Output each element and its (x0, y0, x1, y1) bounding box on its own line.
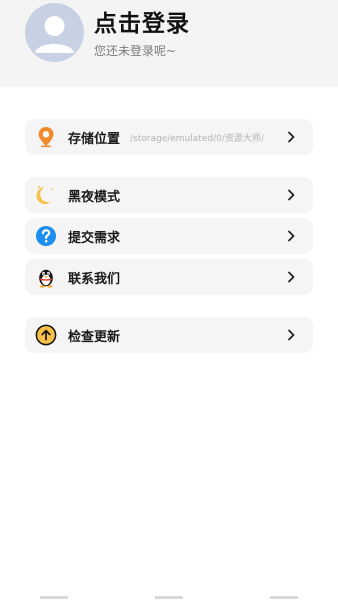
avatar[interactable] (25, 3, 84, 62)
nav-tab-hint[interactable] (155, 596, 183, 599)
chevron-right-icon (288, 329, 295, 341)
contact-us-item[interactable]: 联系我们 (25, 259, 313, 295)
storage-location-item[interactable]: 存储位置 /storage/emulated/0/资源大师/ (25, 119, 313, 155)
moon-icon (35, 184, 57, 206)
chevron-right-icon (288, 230, 295, 242)
upload-arrow-icon (35, 324, 57, 346)
chevron-right-icon (288, 131, 295, 143)
storage-location-label: 存储位置 (68, 131, 121, 147)
nav-tab-hint[interactable] (40, 596, 68, 599)
submit-request-label: 提交需求 (68, 230, 121, 246)
location-pin-icon (35, 126, 57, 148)
dark-mode-item[interactable]: 黑夜模式 (25, 177, 313, 213)
contact-us-label: 联系我们 (68, 271, 121, 287)
check-update-item[interactable]: 检查更新 (25, 317, 313, 353)
help-icon (35, 225, 57, 247)
check-update-label: 检查更新 (68, 329, 121, 345)
login-title[interactable]: 点击登录 (94, 4, 190, 38)
qq-penguin-icon (35, 266, 57, 288)
storage-location-path: /storage/emulated/0/资源大师/ (130, 133, 264, 144)
avatar-icon (35, 16, 74, 53)
profile-header[interactable]: 点击登录 您还未登录呢~ (0, 0, 338, 87)
nav-tab-hint[interactable] (270, 596, 298, 599)
chevron-right-icon (288, 271, 295, 283)
login-subtitle: 您还未登录呢~ (94, 44, 177, 58)
chevron-right-icon (288, 189, 295, 201)
bottom-navigation-bar (0, 594, 338, 600)
submit-request-item[interactable]: 提交需求 (25, 218, 313, 254)
dark-mode-label: 黑夜模式 (68, 189, 121, 205)
